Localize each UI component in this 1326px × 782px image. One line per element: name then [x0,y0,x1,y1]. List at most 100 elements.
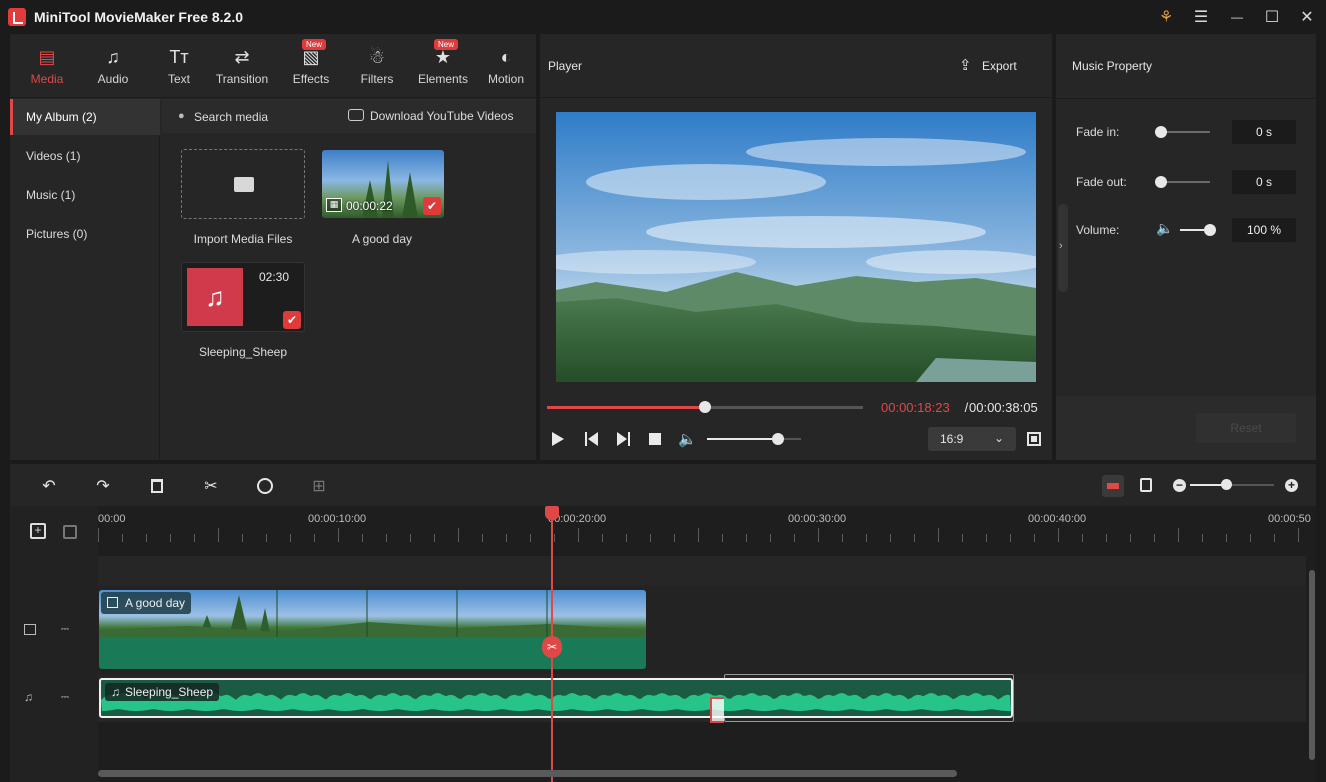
ruler-tick [554,534,555,542]
volume-knob[interactable] [771,433,784,445]
property-divider [1056,98,1316,99]
ruler-tick [1034,534,1035,542]
motion-icon: ◐ [500,47,512,67]
ruler-tick [242,534,243,542]
close-icon[interactable]: ✕ [1294,5,1320,29]
horizontal-scrollbar[interactable] [98,770,957,777]
ruler-tick [218,528,219,542]
undo-icon[interactable]: ↶ [37,474,61,498]
fade-out-slider[interactable] [1160,181,1210,183]
album-item-music[interactable]: Music (1) [10,177,160,213]
delete-icon[interactable] [145,474,169,498]
album-item-videos[interactable]: Videos (1) [10,138,160,174]
album-item-pictures[interactable]: Pictures (0) [10,216,160,252]
ruler-tick [698,528,699,542]
folder-icon: ▤ [38,47,56,67]
fade-out-label: Fade out: [1076,175,1127,189]
aspect-ratio-select[interactable]: 16:9 ⌄ [928,427,1016,451]
ruler-tick [914,534,915,542]
tab-elements[interactable]: New ★ Elements [410,34,476,98]
split-scissors-icon[interactable]: ✂ [199,474,223,498]
check-icon: ✔ [283,311,301,329]
ruler-label: 00:00:40:00 [1028,513,1087,525]
zoom-out-icon[interactable]: − [1173,479,1186,492]
fade-out-knob[interactable] [1155,176,1167,188]
redo-icon[interactable]: ↷ [91,474,115,498]
folder-icon [234,177,254,192]
ruler-tick [1226,534,1227,542]
ruler-tick [650,534,651,542]
remove-track-icon[interactable] [63,525,77,539]
tab-transition[interactable]: ⇄ Transition [208,34,276,98]
speed-icon[interactable] [253,474,277,498]
music-note-icon: ♫ [106,47,120,67]
playback-progress-knob[interactable] [699,401,711,413]
zoom-slider-knob[interactable] [1221,479,1232,490]
trim-handle-icon[interactable] [710,697,724,723]
add-track-icon[interactable]: + [30,523,46,539]
import-media-button[interactable] [181,149,305,219]
video-clip[interactable]: A good day [99,590,646,669]
maximize-icon[interactable]: ☐ [1259,5,1285,29]
previous-frame-icon[interactable] [585,432,599,446]
ruler-tick [866,534,867,542]
zoom-in-icon[interactable]: + [1285,479,1298,492]
tab-text[interactable]: Tт Text [146,34,212,98]
video-preview [556,112,1036,382]
tab-label: Transition [215,72,269,86]
tab-motion[interactable]: ◐ Motion [476,34,536,98]
crop-icon[interactable]: ⊞ [307,474,331,498]
ruler-tick [842,534,843,542]
stop-icon[interactable] [649,433,661,445]
fullscreen-icon[interactable] [1027,432,1041,446]
fade-in-slider[interactable] [1160,131,1210,133]
fit-timeline-icon[interactable] [1140,478,1152,492]
music-thumbnail[interactable]: ♫ 02:30 ✔ [181,262,305,332]
lock-icon[interactable]: ⎓ [61,692,69,703]
ruler-tick [362,534,363,542]
volume-slider-knob[interactable] [1204,224,1216,236]
fade-out-value[interactable]: 0 s [1232,170,1296,194]
lock-icon[interactable]: ⎓ [61,624,69,635]
tab-effects[interactable]: New ▧ Effects [278,34,344,98]
minimize-icon[interactable]: — [1224,5,1250,29]
download-youtube-button[interactable]: Download YouTube Videos [370,109,513,123]
ruler-tick [1082,534,1083,542]
main-tabs: ▤ Media ♫ Audio Tт Text ⇄ Transition New… [10,34,536,98]
volume-label: Volume: [1076,223,1120,237]
ruler-tick [530,534,531,542]
playhead-handle[interactable] [545,506,559,520]
key-icon[interactable]: ⚘ [1153,5,1179,29]
fade-in-value[interactable]: 0 s [1232,120,1296,144]
ruler-label: 00:00:10:00 [308,513,367,525]
menu-icon[interactable]: ☰ [1188,5,1214,29]
import-media-label: Import Media Files [193,232,293,246]
volume-fill [707,438,778,440]
tab-media[interactable]: ▤ Media [14,34,80,98]
scissors-icon[interactable]: ✂ [542,636,562,658]
video-thumbnail[interactable]: ▦ 00:00:22 ✔ [322,150,444,218]
volume-icon[interactable]: 🔈 [678,430,697,448]
tab-audio[interactable]: ♫ Audio [80,34,146,98]
search-input[interactable]: Search media [194,110,268,124]
ruler-tick [266,534,267,542]
ruler-tick [722,534,723,542]
album-item-my-album[interactable]: My Album (2) [10,99,160,135]
audio-waveform [101,693,1011,711]
ruler-tick [314,534,315,542]
ruler-tick [1298,528,1299,542]
timeline-ruler[interactable] [98,506,1306,556]
audio-clip[interactable]: ♫ Sleeping_Sheep [99,678,1013,718]
vertical-scrollbar[interactable] [1309,570,1315,760]
music-duration: 02:30 [259,270,290,284]
chevron-down-icon: ⌄ [994,431,1005,445]
panel-collapse-handle[interactable]: › [1058,204,1068,292]
reset-button[interactable]: Reset [1196,413,1296,443]
snap-toggle-icon[interactable] [1102,475,1124,497]
play-icon[interactable] [552,432,564,446]
next-frame-icon[interactable] [617,432,631,446]
export-button[interactable]: ⇪ Export [955,56,1025,78]
volume-value[interactable]: 100 % [1232,218,1296,242]
tab-filters[interactable]: ☃ Filters [344,34,410,98]
fade-in-knob[interactable] [1155,126,1167,138]
